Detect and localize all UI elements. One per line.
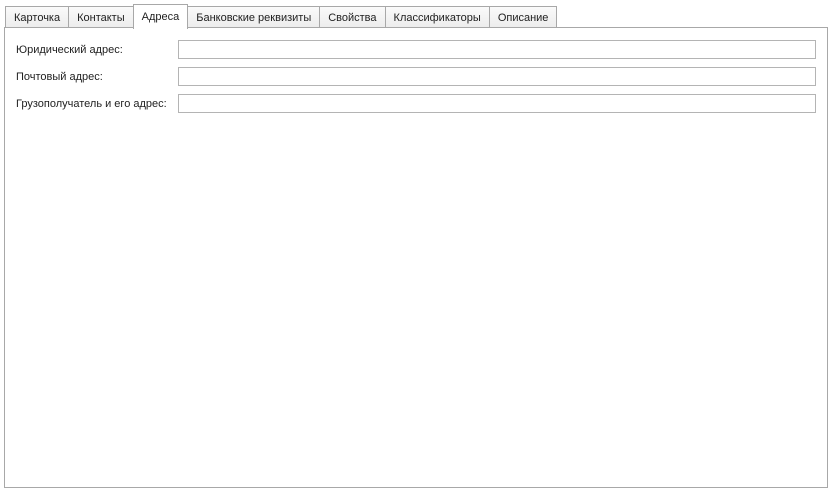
form-root: Карточка Контакты Адреса Банковские рекв…: [0, 0, 832, 490]
legal-address-label: Юридический адрес:: [16, 43, 123, 56]
legal-address-input[interactable]: [178, 40, 816, 59]
postal-address-label: Почтовый адрес:: [16, 70, 103, 83]
legal-address-row: Юридический адрес:: [16, 40, 816, 59]
addresses-panel: Юридический адрес: Почтовый адрес: Грузо…: [4, 27, 828, 488]
postal-address-input[interactable]: [178, 67, 816, 86]
tab-contacts[interactable]: Контакты: [68, 6, 134, 28]
tab-bank-details[interactable]: Банковские реквизиты: [187, 6, 321, 28]
postal-address-row: Почтовый адрес:: [16, 67, 816, 86]
consignee-address-row: Грузополучатель и его адрес:: [16, 94, 816, 113]
tab-strip: Карточка Контакты Адреса Банковские рекв…: [5, 4, 558, 29]
tab-classifiers[interactable]: Классификаторы: [384, 6, 490, 28]
tab-description[interactable]: Описание: [488, 6, 558, 28]
tab-card[interactable]: Карточка: [5, 6, 70, 28]
tab-properties[interactable]: Свойства: [319, 6, 386, 28]
consignee-address-label: Грузополучатель и его адрес:: [16, 97, 167, 110]
tab-addresses[interactable]: Адреса: [132, 4, 189, 29]
consignee-address-input[interactable]: [178, 94, 816, 113]
